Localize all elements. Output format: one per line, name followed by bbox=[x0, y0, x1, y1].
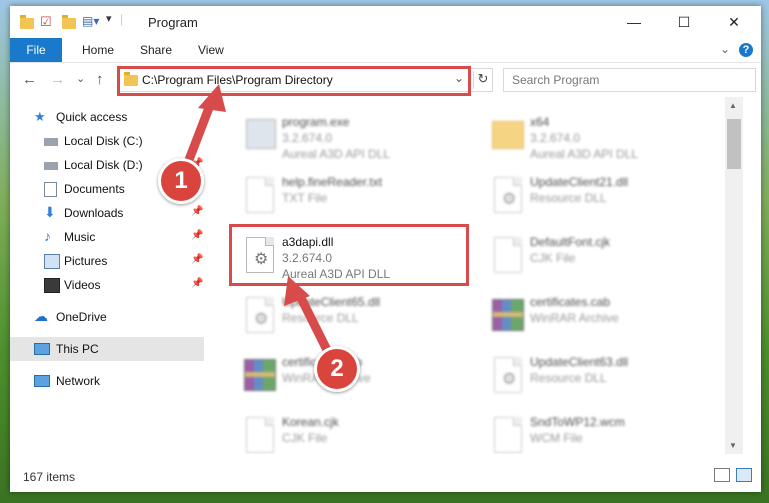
step-1-badge: 1 bbox=[158, 158, 204, 204]
annotation-arrows bbox=[177, 84, 337, 365]
step-2-badge: 2 bbox=[314, 346, 360, 392]
arrow-1-head bbox=[198, 84, 226, 112]
